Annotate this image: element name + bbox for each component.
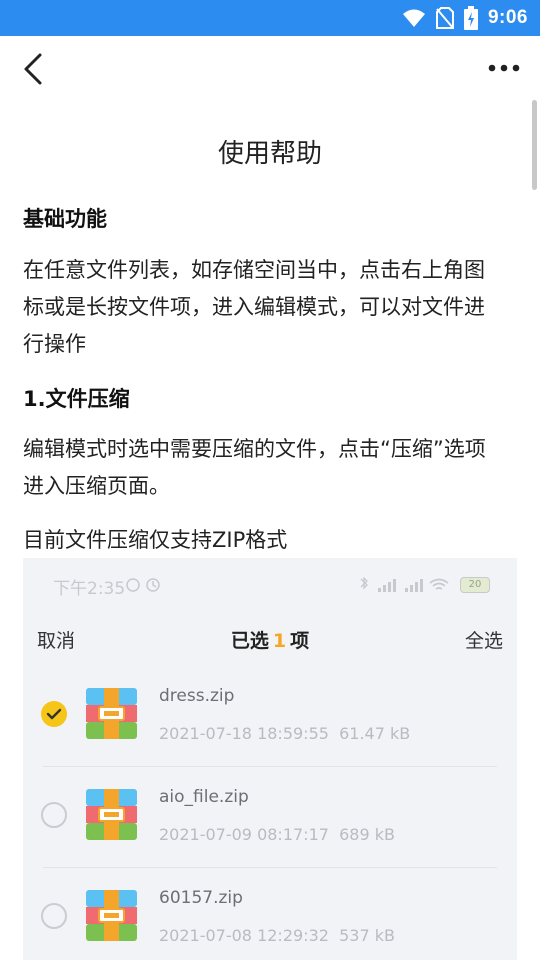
- zip-file-icon: [86, 890, 137, 941]
- file-row[interactable]: dress.zip 2021-07-18 18:59:55 61.47 kB: [23, 666, 517, 766]
- selected-prefix: 已选: [230, 630, 269, 652]
- checkmark-icon: [46, 708, 62, 720]
- section-heading-compress: 1.文件压缩: [23, 387, 130, 411]
- body-line: 行操作: [23, 332, 86, 356]
- checkbox-unchecked[interactable]: [41, 903, 67, 929]
- file-name: dress.zip: [159, 686, 235, 706]
- selected-count-label: 已选 1 项: [23, 626, 517, 653]
- file-date: 2021-07-18 18:59:55: [159, 724, 329, 743]
- no-sim-icon: [435, 7, 454, 29]
- body-line: 在任意文件列表，如存储空间当中，点击右上角图: [23, 258, 485, 282]
- status-bar: 9:06: [0, 0, 540, 36]
- file-date: 2021-07-09 08:17:17: [159, 825, 329, 844]
- body-line: 标或是长按文件项，进入编辑模式，可以对文件进: [23, 295, 485, 319]
- section-note: 目前文件压缩仅支持ZIP格式: [23, 528, 288, 552]
- embedded-screenshot: 下午2:35 20 取消 已选 1 项 全选 dress.zip 2021-07…: [23, 558, 517, 960]
- more-button[interactable]: [484, 56, 524, 80]
- body-line: 进入压缩页面。: [23, 474, 170, 498]
- select-all-button[interactable]: 全选: [465, 626, 503, 653]
- section-body-compress: 编辑模式时选中需要压缩的文件，点击“压缩”选项 进入压缩页面。: [23, 431, 523, 505]
- chevron-left-icon: [24, 53, 42, 85]
- alarm-icon: [126, 578, 160, 592]
- embedded-status-time: 下午2:35: [53, 579, 126, 599]
- back-button[interactable]: [18, 50, 52, 88]
- file-meta: 2021-07-18 18:59:55 61.47 kB: [159, 724, 410, 743]
- file-name: 60157.zip: [159, 888, 243, 908]
- selection-toolbar: 取消 已选 1 项 全选: [23, 610, 517, 670]
- checkbox-checked[interactable]: [41, 701, 67, 727]
- file-size: 689 kB: [339, 825, 395, 844]
- file-size: 61.47 kB: [339, 724, 411, 743]
- embedded-battery: 20: [460, 577, 490, 593]
- file-name: aio_file.zip: [159, 787, 249, 807]
- section-heading-basics: 基础功能: [23, 207, 107, 231]
- body-line: 编辑模式时选中需要压缩的文件，点击“压缩”选项: [23, 437, 486, 461]
- signal-icons: [360, 577, 449, 592]
- selected-count: 1: [272, 630, 287, 652]
- file-row[interactable]: 60157.zip 2021-07-08 12:29:32 537 kB: [23, 868, 517, 960]
- file-row[interactable]: aio_file.zip 2021-07-09 08:17:17 689 kB: [23, 767, 517, 867]
- zip-file-icon: [86, 789, 137, 840]
- section-body-basics: 在任意文件列表，如存储空间当中，点击右上角图 标或是长按文件项，进入编辑模式，可…: [23, 252, 523, 363]
- file-date: 2021-07-08 12:29:32: [159, 926, 329, 945]
- page-title: 使用帮助: [217, 139, 322, 169]
- file-size: 537 kB: [339, 926, 395, 945]
- status-time: 9:06: [487, 7, 528, 28]
- wifi-icon: [402, 9, 425, 27]
- zip-file-icon: [86, 688, 137, 739]
- selected-suffix: 项: [290, 630, 310, 652]
- file-meta: 2021-07-09 08:17:17 689 kB: [159, 825, 395, 844]
- file-meta: 2021-07-08 12:29:32 537 kB: [159, 926, 395, 945]
- app-header: [0, 36, 540, 100]
- checkbox-unchecked[interactable]: [41, 802, 67, 828]
- more-dots-icon: [488, 64, 520, 72]
- battery-charging-icon: [463, 6, 478, 30]
- embedded-status-bar: 下午2:35 20: [23, 558, 517, 610]
